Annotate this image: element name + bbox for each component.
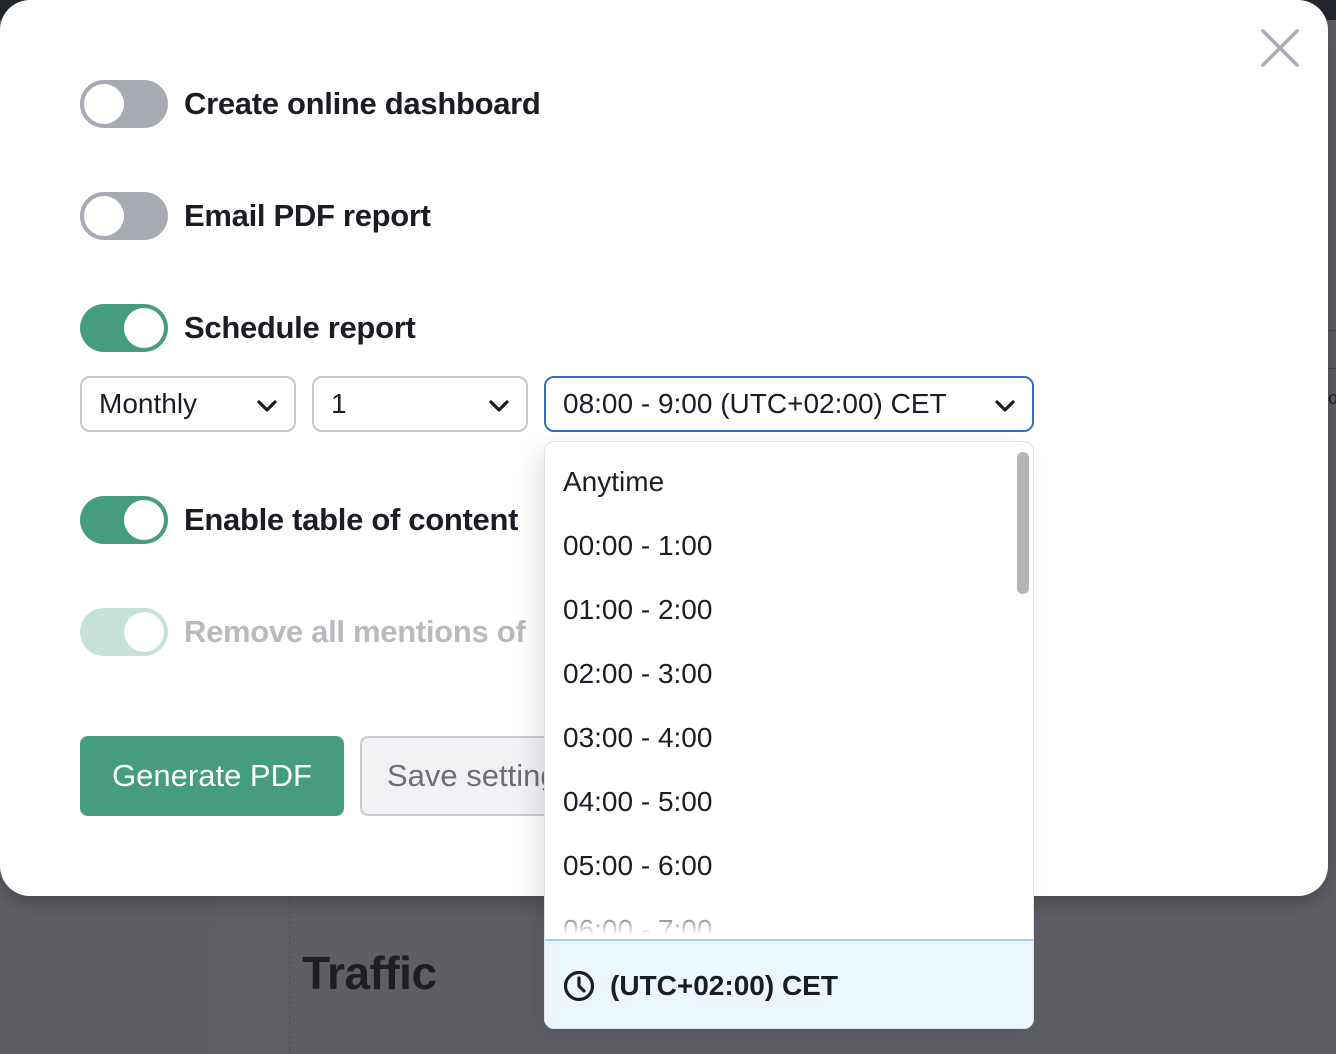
create-dashboard-toggle[interactable] (80, 80, 168, 128)
time-options-list: Anytime 00:00 - 1:00 01:00 - 2:00 02:00 … (545, 442, 1033, 939)
chevron-down-icon (995, 400, 1015, 412)
time-option[interactable]: 05:00 - 6:00 (545, 834, 1033, 898)
background-line (1328, 368, 1336, 369)
background-line (1328, 330, 1336, 331)
frequency-select[interactable]: Monthly (80, 376, 296, 432)
toggle-knob (124, 308, 164, 348)
chevron-down-icon (489, 400, 509, 412)
option-label: Enable table of content (184, 502, 519, 537)
time-dropdown-menu: Anytime 00:00 - 1:00 01:00 - 2:00 02:00 … (544, 441, 1034, 1029)
table-of-content-toggle[interactable] (80, 496, 168, 544)
time-option[interactable]: 04:00 - 5:00 (545, 770, 1033, 834)
timezone-footer[interactable]: (UTC+02:00) CET (545, 939, 1033, 1028)
background-divider (289, 896, 290, 1054)
time-select[interactable]: 08:00 - 9:00 (UTC+02:00) CET (544, 376, 1034, 432)
background-text-fragment: o (1328, 388, 1336, 408)
toggle-knob (84, 196, 124, 236)
background-section-heading: Traffic (302, 947, 437, 999)
background-sidebar-panel (215, 880, 290, 1054)
timezone-label: (UTC+02:00) CET (610, 969, 838, 1001)
time-option[interactable]: 00:00 - 1:00 (545, 514, 1033, 578)
clock-icon (563, 970, 595, 1001)
time-option[interactable]: 02:00 - 3:00 (545, 642, 1033, 706)
toggle-knob (124, 612, 164, 652)
close-icon (1261, 29, 1299, 67)
close-button[interactable] (1258, 26, 1302, 70)
option-label: Create online dashboard (184, 86, 541, 121)
email-pdf-toggle[interactable] (80, 192, 168, 240)
time-value: 08:00 - 9:00 (UTC+02:00) CET (563, 388, 947, 419)
frequency-value: Monthly (99, 388, 198, 419)
option-create-online-dashboard: Create online dashboard (80, 80, 541, 128)
toggle-knob (124, 500, 164, 540)
day-value: 1 (331, 388, 347, 419)
list-fade-overlay (545, 909, 1033, 939)
generate-pdf-button[interactable]: Generate PDF (80, 736, 344, 816)
option-label: Remove all mentions of (184, 614, 526, 649)
option-label: Email PDF report (184, 198, 431, 233)
option-remove-mentions: Remove all mentions of (80, 608, 526, 656)
option-email-pdf-report: Email PDF report (80, 192, 431, 240)
time-option[interactable]: Anytime (545, 450, 1033, 514)
option-enable-table-of-content: Enable table of content (80, 496, 518, 544)
toggle-knob (84, 84, 124, 124)
remove-mentions-toggle (80, 608, 168, 656)
time-option[interactable]: 01:00 - 2:00 (545, 578, 1033, 642)
chevron-down-icon (257, 400, 277, 412)
option-schedule-report: Schedule report (80, 304, 416, 352)
day-select[interactable]: 1 (312, 376, 528, 432)
schedule-report-toggle[interactable] (80, 304, 168, 352)
time-option[interactable]: 03:00 - 4:00 (545, 706, 1033, 770)
option-label: Schedule report (184, 310, 416, 345)
dropdown-scrollbar[interactable] (1017, 452, 1029, 594)
